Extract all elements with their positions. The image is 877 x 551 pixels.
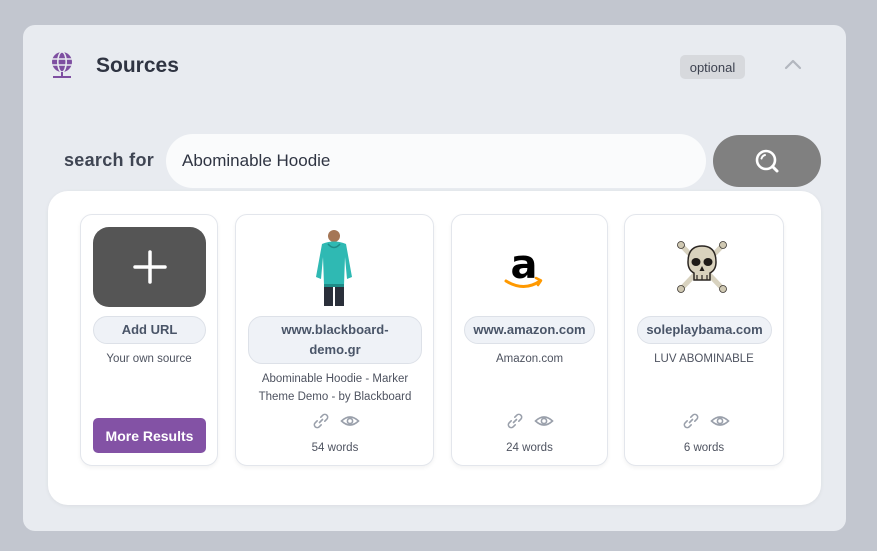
word-count: 24 words bbox=[506, 442, 553, 454]
source-description: LUV ABOMINABLE bbox=[654, 353, 754, 365]
source-domain[interactable]: www.amazon.com bbox=[464, 316, 595, 344]
hoodie-person-image bbox=[316, 230, 352, 306]
source-domain[interactable]: soleplaybama.com bbox=[637, 316, 772, 344]
word-count: 54 words bbox=[311, 442, 359, 454]
link-icon[interactable] bbox=[682, 412, 700, 430]
globe-network-icon bbox=[52, 51, 72, 78]
optional-badge: optional bbox=[680, 55, 745, 79]
source-domain[interactable]: www.blackboard-demo.gr bbox=[248, 316, 422, 364]
add-url-description: Your own source bbox=[106, 353, 192, 365]
skull-crossbones-image bbox=[677, 241, 727, 293]
plus-icon bbox=[132, 250, 167, 284]
source-actions bbox=[312, 412, 360, 430]
link-icon[interactable] bbox=[312, 412, 330, 430]
search-icon bbox=[755, 149, 779, 173]
source-description: Amazon.com bbox=[495, 353, 564, 365]
add-source-button[interactable] bbox=[93, 227, 206, 307]
source-actions bbox=[682, 412, 730, 430]
search-input[interactable] bbox=[166, 134, 706, 188]
word-count: 6 words bbox=[683, 442, 725, 454]
source-actions bbox=[506, 412, 554, 430]
search-button[interactable] bbox=[713, 135, 821, 187]
amazon-logo: a bbox=[504, 244, 543, 288]
svg-text:a: a bbox=[511, 244, 538, 288]
add-url-button[interactable]: Add URL bbox=[93, 316, 206, 344]
chevron-up-icon[interactable] bbox=[782, 56, 804, 72]
section-title: Sources bbox=[96, 54, 179, 77]
search-label: search for bbox=[64, 150, 155, 170]
eye-icon[interactable] bbox=[710, 412, 730, 430]
eye-icon[interactable] bbox=[534, 412, 554, 430]
source-description: Abominable Hoodie - Marker Theme Demo - b… bbox=[258, 373, 412, 403]
link-icon[interactable] bbox=[506, 412, 524, 430]
eye-icon[interactable] bbox=[340, 412, 360, 430]
more-results-button[interactable]: More Results bbox=[93, 418, 206, 453]
